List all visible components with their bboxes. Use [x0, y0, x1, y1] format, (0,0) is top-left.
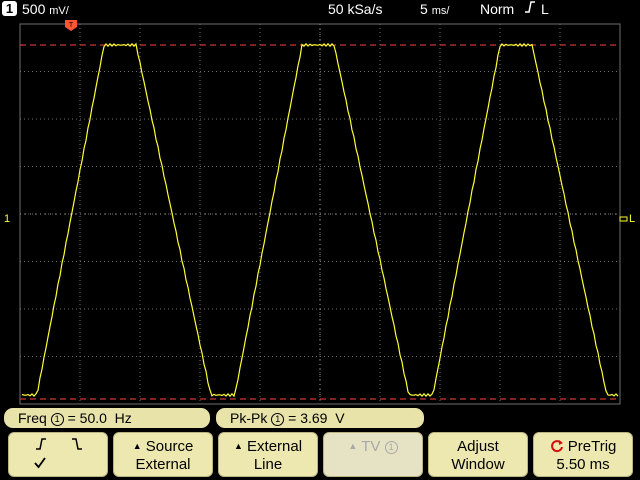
pretrig-softkey[interactable]: PreTrig 5.50 ms — [533, 432, 633, 477]
pkpk-eq: = — [288, 410, 297, 426]
pretrig-value: 5.50 ms — [556, 456, 610, 473]
ch1-ground-marker[interactable]: 1 — [4, 213, 10, 225]
channel-badge[interactable]: 1 — [2, 1, 17, 16]
freq-eq: = — [67, 410, 76, 426]
sample-rate: 50 kSa/s — [328, 1, 383, 17]
freq-measurement[interactable]: Freq 1 = 50.0 Hz — [4, 408, 210, 428]
pkpk-value: 3.69 V — [300, 410, 345, 426]
pkpk-channel-icon: 1 — [271, 413, 285, 426]
vertical-scale[interactable]: 500 mV/ — [22, 0, 69, 20]
rotate-knob-icon — [550, 439, 564, 457]
source-softkey[interactable]: ▲ Source External — [113, 432, 213, 477]
pretrig-label: PreTrig — [567, 438, 617, 455]
trigger-position-icon[interactable]: T — [65, 20, 77, 31]
up-triangle-icon: ▲ — [132, 441, 142, 451]
graticule — [19, 23, 621, 405]
tv-label: TV — [361, 438, 381, 455]
up-triangle-icon: ▲ — [348, 441, 358, 451]
time-unit: ms/ — [431, 5, 450, 17]
trigger-source: L — [541, 1, 549, 17]
freq-value: 50.0 Hz — [79, 410, 132, 426]
tv-channel-icon: 1 — [384, 441, 398, 454]
adjust-label: Adjust — [457, 438, 499, 455]
waveform-svg: T 1 L — [4, 20, 635, 405]
window-label: Window — [451, 456, 505, 473]
slope-softkey[interactable] — [8, 432, 108, 477]
trigger-level-marker[interactable]: L — [619, 213, 635, 225]
volts-unit: mV/ — [49, 5, 69, 17]
freq-channel-icon: 1 — [50, 413, 64, 426]
trigger-level-label: L — [629, 213, 635, 225]
waveform-display[interactable]: T 1 L — [0, 18, 640, 406]
status-bar: 1 500 mV/ 50 kSa/s 5 ms/ Norm L — [0, 0, 640, 18]
external-softkey[interactable]: ▲ External Line — [218, 432, 318, 477]
volts-per-div: 500 — [22, 1, 46, 17]
pkpk-label: Pk-Pk — [230, 410, 268, 426]
adjust-window-softkey[interactable]: Adjust Window — [428, 432, 528, 477]
freq-label: Freq — [18, 410, 47, 426]
time-scale[interactable]: 5 ms/ — [420, 0, 449, 20]
check-icon — [33, 456, 47, 474]
svg-text:T: T — [69, 22, 74, 29]
external-value: Line — [253, 456, 283, 473]
softkey-bar: ▲ Source External ▲ External Line ▲ TV 1… — [0, 430, 640, 480]
up-triangle-icon: ▲ — [233, 441, 243, 451]
source-value: External — [135, 456, 191, 473]
falling-slope-icon — [71, 437, 83, 455]
rising-slope-icon — [35, 437, 47, 455]
time-per-div: 5 — [420, 1, 428, 17]
source-label: Source — [145, 438, 194, 455]
pkpk-measurement[interactable]: Pk-Pk 1 = 3.69 V — [216, 408, 424, 428]
trigger-mode[interactable]: Norm — [480, 0, 514, 18]
rising-edge-icon — [524, 0, 536, 18]
external-label: External — [247, 438, 303, 455]
tv-softkey[interactable]: ▲ TV 1 — [323, 432, 423, 477]
measurement-bar: Freq 1 = 50.0 Hz Pk-Pk 1 = 3.69 V — [0, 406, 640, 430]
